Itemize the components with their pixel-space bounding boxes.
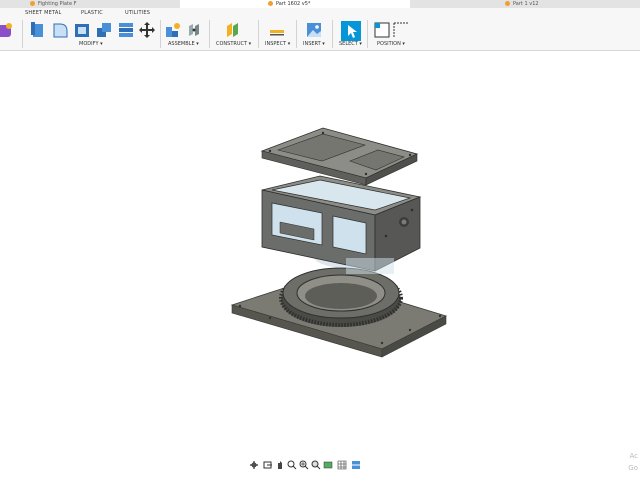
solid-create-icon[interactable] (0, 21, 14, 39)
divider (22, 20, 23, 48)
insert-group-label[interactable]: INSERT ▾ (303, 41, 325, 47)
assemble-group-label[interactable]: ASSEMBLE ▾ (168, 41, 199, 47)
orbit-icon[interactable] (249, 460, 259, 470)
document-tab-icon (505, 1, 510, 6)
position-icon[interactable] (374, 21, 414, 39)
document-tab-3[interactable]: Part 1 v12 (505, 0, 640, 8)
offset-plane-icon[interactable] (224, 21, 242, 39)
document-tab-1[interactable]: Fighting Plate F (30, 0, 170, 8)
document-tab-icon (30, 1, 35, 6)
document-tab-bar: Fighting Plate F Part 1602 v5* Part 1 v1… (0, 0, 640, 8)
fillet-icon[interactable] (51, 21, 69, 39)
insert-image-icon[interactable] (305, 21, 323, 39)
zoom-icon[interactable] (287, 460, 297, 470)
exploded-model[interactable] (0, 51, 640, 479)
gear-ring[interactable] (279, 267, 403, 327)
tab-utilities[interactable]: UTILITIES (125, 10, 150, 16)
select-group-label[interactable]: SELECT ▾ (339, 41, 362, 47)
watermark-text-1: Ac (629, 452, 638, 460)
move-icon[interactable] (138, 21, 156, 39)
tab-sheet-metal[interactable]: SHEET METAL (25, 10, 61, 16)
new-component-icon[interactable] (164, 21, 182, 39)
pan-icon[interactable] (275, 460, 285, 470)
housing-box[interactable] (261, 175, 422, 274)
lid-plate[interactable] (260, 127, 419, 186)
modify-group-label[interactable]: MODIFY ▾ (79, 41, 103, 47)
navigation-bar (249, 460, 369, 471)
inspect-group-label[interactable]: INSPECT ▾ (265, 41, 290, 47)
document-tab-icon (268, 1, 273, 6)
watermark-text-2: Go (628, 464, 638, 472)
look-at-icon[interactable] (263, 460, 273, 470)
position-group-label[interactable]: POSITION ▾ (377, 41, 405, 47)
grid-icon[interactable] (337, 460, 347, 470)
align-icon[interactable] (117, 21, 135, 39)
divider (160, 20, 161, 48)
divider (367, 20, 368, 48)
ribbon-toolbar: SHEET METAL PLASTIC UTILITIES MODIFY ▾ A… (0, 8, 640, 51)
divider (332, 20, 333, 48)
tab-plastic[interactable]: PLASTIC (81, 10, 103, 16)
fit-icon[interactable] (311, 460, 321, 470)
divider (209, 20, 210, 48)
zoom-window-icon[interactable] (299, 460, 309, 470)
measure-icon[interactable] (268, 21, 286, 39)
construct-group-label[interactable]: CONSTRUCT ▾ (216, 41, 251, 47)
shell-icon[interactable] (73, 21, 91, 39)
divider (258, 20, 259, 48)
document-tab-2[interactable]: Part 1602 v5* (180, 0, 410, 8)
press-pull-icon[interactable] (29, 21, 47, 39)
divider (296, 20, 297, 48)
canvas-viewport[interactable] (0, 51, 640, 479)
combine-icon[interactable] (95, 21, 113, 39)
viewports-icon[interactable] (351, 460, 361, 470)
display-settings-icon[interactable] (323, 460, 333, 470)
joint-icon[interactable] (186, 21, 204, 39)
select-icon[interactable] (341, 21, 361, 41)
